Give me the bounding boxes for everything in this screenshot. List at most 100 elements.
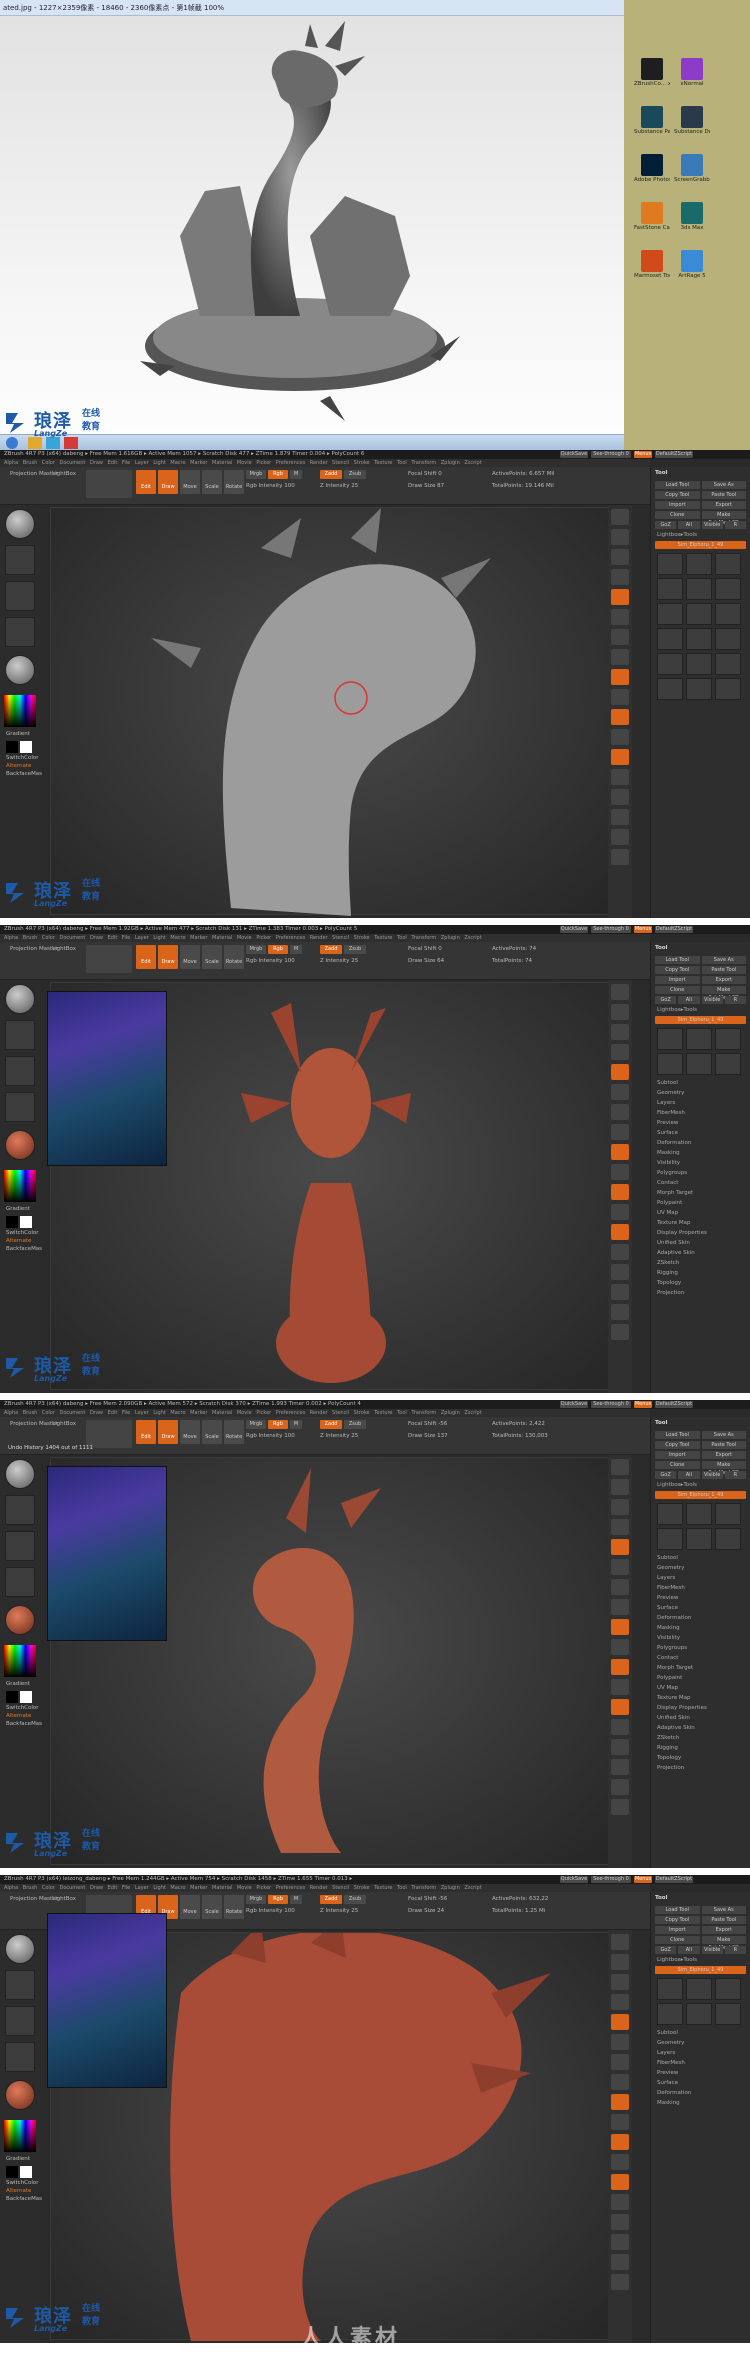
backface-mask-button[interactable]: BackfaceMas <box>6 1246 42 1253</box>
all-button[interactable]: All <box>678 996 700 1004</box>
color-picker[interactable] <box>4 2120 36 2152</box>
desktop-shortcut[interactable]: ZBrushCo... x64 <box>634 58 670 88</box>
tool-subpalette-display-properties[interactable]: Display Properties <box>651 1703 750 1713</box>
tool-subpalette-fibermesh[interactable]: FiberMesh <box>651 1108 750 1118</box>
tool-subpalette-zsketch[interactable]: ZSketch <box>651 1733 750 1743</box>
zsub-button[interactable]: Zsub <box>344 945 366 954</box>
tool-thumbnail[interactable] <box>715 678 741 700</box>
lightbox-tools-button[interactable]: Lightbox▸Tools <box>651 1480 750 1490</box>
view-tool-button[interactable] <box>611 589 629 605</box>
material-thumbnail[interactable] <box>5 1130 35 1160</box>
desktop-shortcut[interactable]: Substance Painter <box>634 106 670 136</box>
view-tool-button[interactable] <box>611 1934 629 1950</box>
view-tool-button[interactable] <box>611 1004 629 1020</box>
tool-thumbnail[interactable] <box>686 1028 712 1050</box>
focal-shift-slider[interactable]: Focal Shift -56 <box>408 1421 447 1428</box>
tool-thumbnail[interactable] <box>715 1503 741 1525</box>
view-tool-button[interactable] <box>611 1144 629 1160</box>
view-tool-button[interactable] <box>611 1499 629 1515</box>
tool-subpalette-geometry[interactable]: Geometry <box>651 2038 750 2048</box>
tool-subpalette-morph-target[interactable]: Morph Target <box>651 1188 750 1198</box>
view-tool-button[interactable] <box>611 789 629 805</box>
brush-thumbnail[interactable] <box>5 1934 35 1964</box>
view-tool-button[interactable] <box>611 1479 629 1495</box>
tool-thumbnail[interactable] <box>686 678 712 700</box>
load-tool-button[interactable]: Load Tool <box>655 956 700 964</box>
view-tool-button[interactable] <box>611 1699 629 1715</box>
import-button[interactable]: Import <box>655 976 700 984</box>
visible-button[interactable]: Visible <box>701 996 723 1004</box>
view-tool-button[interactable] <box>611 1739 629 1755</box>
secondary-color-swatch[interactable] <box>20 1691 32 1703</box>
texture-thumbnail[interactable] <box>5 1567 35 1597</box>
view-tool-button[interactable] <box>611 549 629 565</box>
tool-subpalette-visibility[interactable]: Visibility <box>651 1633 750 1643</box>
switchcolor-button[interactable]: SwitchColor <box>6 755 39 762</box>
view-tool-button[interactable] <box>611 2274 629 2290</box>
tool-subpalette-surface[interactable]: Surface <box>651 2078 750 2088</box>
zscript-button[interactable]: DefaultZScript <box>655 926 693 933</box>
view-tool-button[interactable] <box>611 1124 629 1140</box>
quicksave-button[interactable]: QuickSave <box>560 926 588 933</box>
tool-subpalette-unified-skin[interactable]: Unified Skin <box>651 1713 750 1723</box>
paste-tool-button[interactable]: Paste Tool <box>701 1441 746 1449</box>
projection-master-button[interactable]: Projection Master <box>10 946 58 953</box>
visible-button[interactable]: Visible <box>701 521 723 529</box>
lightbox-button[interactable]: LightBox <box>52 946 76 953</box>
copy-tool-button[interactable]: Copy Tool <box>655 1441 700 1449</box>
view-tool-button[interactable] <box>611 769 629 785</box>
tool-subpalette-adaptive-skin[interactable]: Adaptive Skin <box>651 1248 750 1258</box>
tool-thumbnail[interactable] <box>657 1028 683 1050</box>
view-tool-button[interactable] <box>611 1719 629 1735</box>
zscript-button[interactable]: DefaultZScript <box>655 1401 693 1408</box>
tool-subpalette-projection[interactable]: Projection <box>651 1288 750 1298</box>
zsub-button[interactable]: Zsub <box>344 470 366 479</box>
tool-subpalette-geometry[interactable]: Geometry <box>651 1088 750 1098</box>
paste-tool-button[interactable]: Paste Tool <box>701 1916 746 1924</box>
alpha-thumbnail[interactable] <box>5 2006 35 2036</box>
view-tool-button[interactable] <box>611 1064 629 1080</box>
tool-thumbnail[interactable] <box>657 603 683 625</box>
view-tool-button[interactable] <box>611 749 629 765</box>
copy-tool-button[interactable]: Copy Tool <box>655 1916 700 1924</box>
rgb-intensity-slider[interactable]: Rgb Intensity 100 <box>246 1433 295 1440</box>
view-tool-button[interactable] <box>611 649 629 665</box>
switchcolor-button[interactable]: SwitchColor <box>6 2180 39 2187</box>
view-tool-button[interactable] <box>611 2014 629 2030</box>
shelf-draw-button[interactable]: Draw <box>158 470 178 494</box>
view-tool-button[interactable] <box>611 1244 629 1260</box>
paste-tool-button[interactable]: Paste Tool <box>701 966 746 974</box>
zbrush-viewport[interactable] <box>50 507 610 916</box>
tool-thumbnail[interactable] <box>686 1053 712 1075</box>
draw-size-slider[interactable]: Draw Size 87 <box>408 483 444 490</box>
view-tool-button[interactable] <box>611 629 629 645</box>
view-tool-button[interactable] <box>611 2134 629 2150</box>
switchcolor-button[interactable]: SwitchColor <box>6 1230 39 1237</box>
view-tool-button[interactable] <box>611 529 629 545</box>
m-button[interactable]: M <box>290 945 302 954</box>
quick-sketch-button[interactable] <box>86 1420 132 1448</box>
alpha-thumbnail[interactable] <box>5 581 35 611</box>
tool-thumbnail[interactable] <box>715 578 741 600</box>
desktop-shortcut[interactable]: ScreenGrabber <box>674 154 710 184</box>
view-tool-button[interactable] <box>611 1204 629 1220</box>
menus-button[interactable]: Menus <box>634 1401 652 1408</box>
tool-subpalette-contact[interactable]: Contact <box>651 1653 750 1663</box>
view-tool-button[interactable] <box>611 1679 629 1695</box>
tool-thumbnail[interactable] <box>715 2003 741 2025</box>
lightbox-tools-button[interactable]: Lightbox▸Tools <box>651 530 750 540</box>
view-tool-button[interactable] <box>611 1459 629 1475</box>
quicksave-button[interactable]: QuickSave <box>560 1401 588 1408</box>
backface-mask-button[interactable]: BackfaceMas <box>6 771 42 778</box>
shelf-edit-button[interactable]: Edit <box>136 470 156 494</box>
rgb-button[interactable]: Rgb <box>268 945 288 954</box>
view-tool-button[interactable] <box>611 2234 629 2250</box>
shelf-draw-button[interactable]: Draw <box>158 945 178 969</box>
goz-button[interactable]: GoZ <box>655 1946 677 1954</box>
brush-thumbnail[interactable] <box>5 1459 35 1489</box>
view-tool-button[interactable] <box>611 2114 629 2130</box>
mrgb-button[interactable]: Mrgb <box>246 945 266 954</box>
rgb-intensity-slider[interactable]: Rgb Intensity 100 <box>246 483 295 490</box>
view-tool-button[interactable] <box>611 849 629 865</box>
view-tool-button[interactable] <box>611 1954 629 1970</box>
